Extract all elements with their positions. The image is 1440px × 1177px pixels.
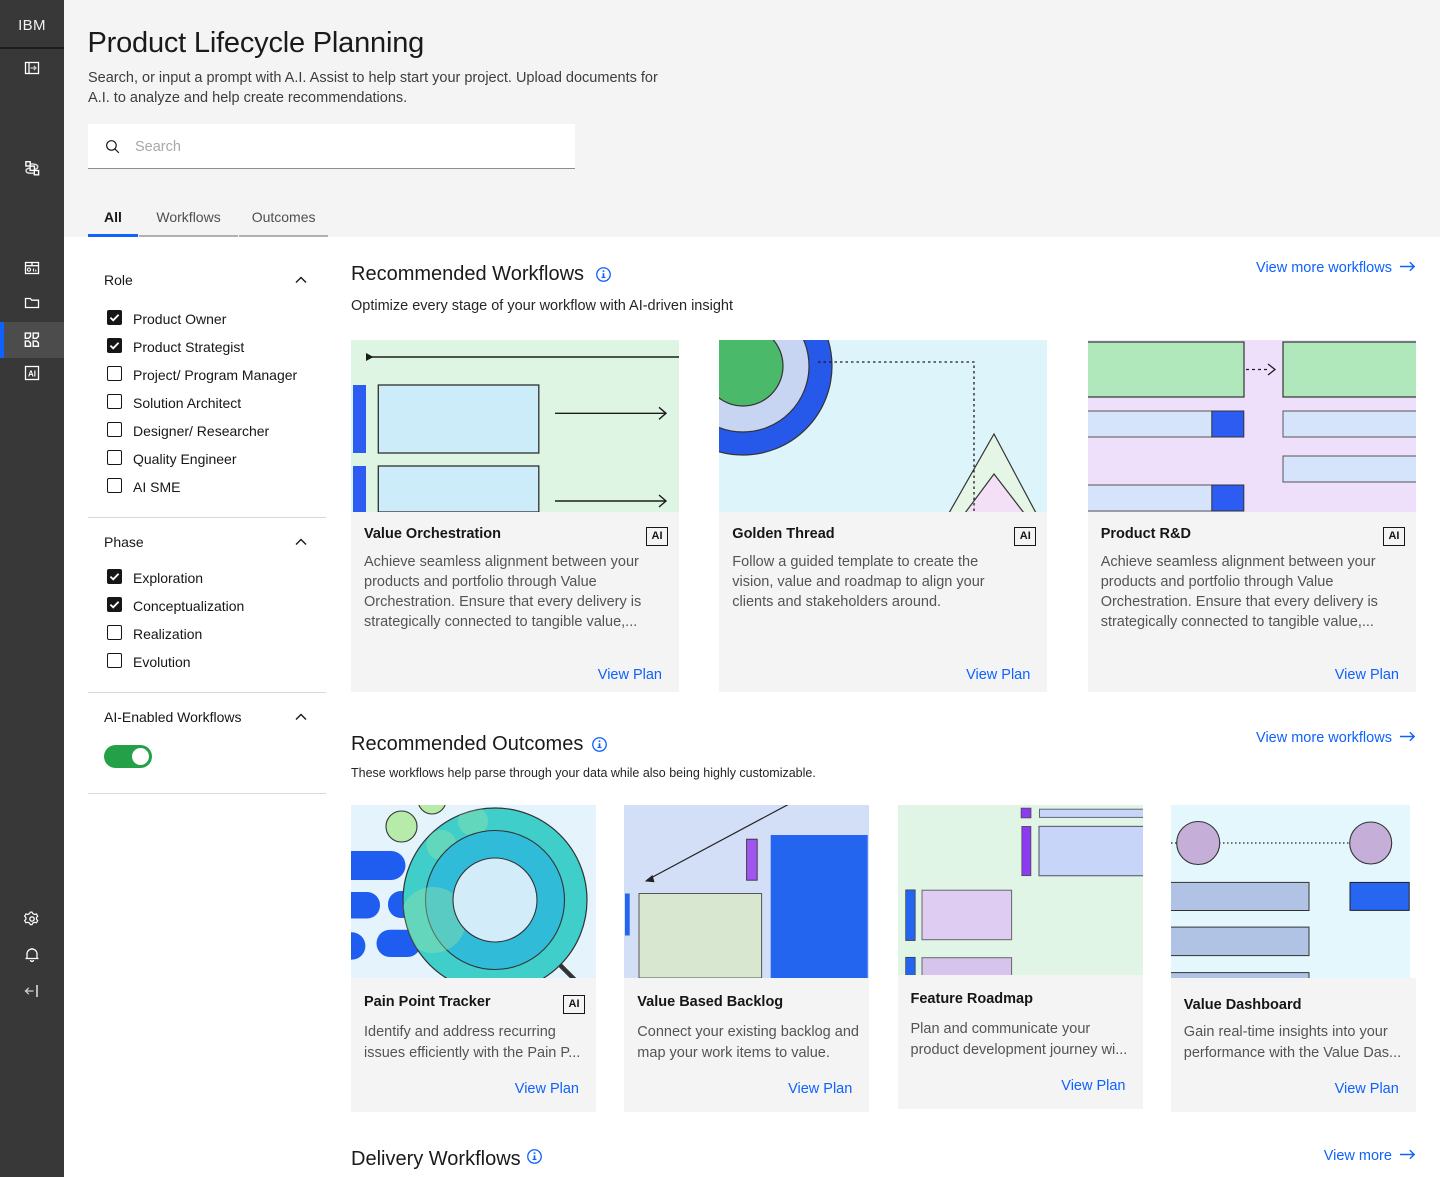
- svg-text:AI: AI: [28, 369, 36, 378]
